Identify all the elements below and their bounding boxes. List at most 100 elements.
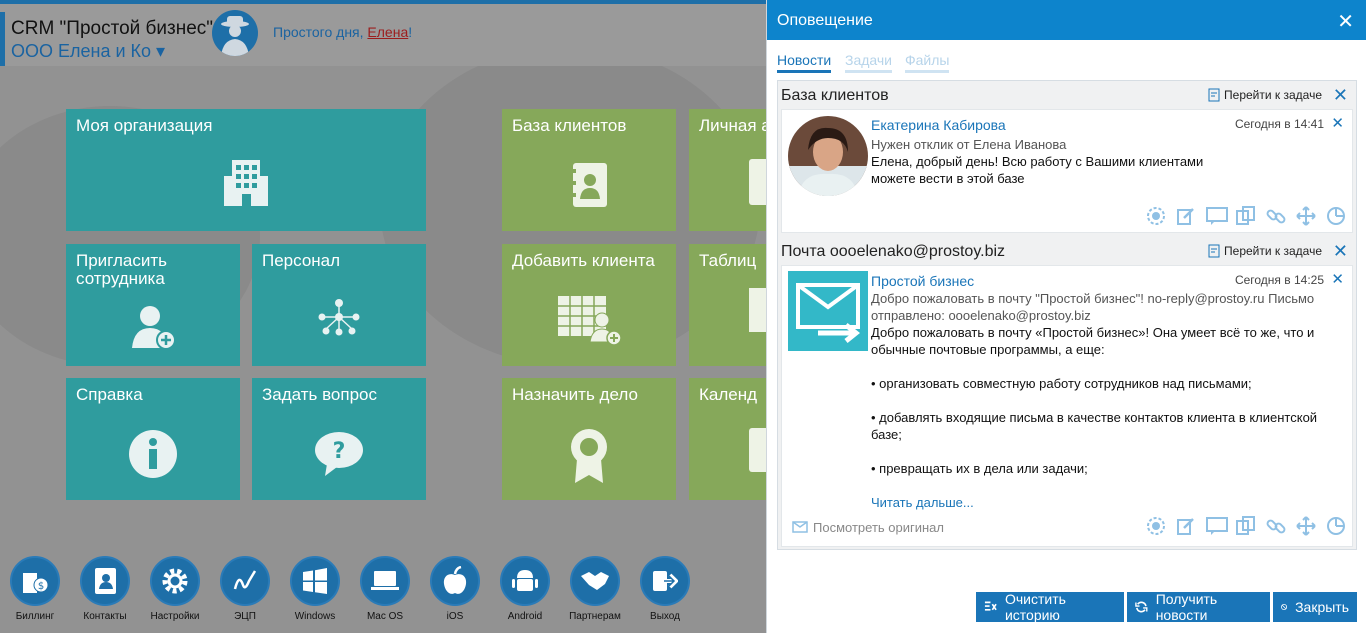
dock-label: ЭЦП (234, 611, 256, 622)
close-icon[interactable]: ✕ (1331, 270, 1344, 288)
refresh-icon (1135, 601, 1148, 613)
award-icon[interactable] (1146, 206, 1166, 226)
table-add-user-icon (558, 295, 622, 346)
header-accent (0, 12, 5, 66)
news-feed: База клиентов Перейти к задаче ✕ Екатери… (777, 80, 1357, 550)
card-subtitle: Добро пожаловать в почту "Простой бизнес… (871, 291, 1315, 323)
button-label: Очистить историю (1004, 591, 1066, 623)
close-icon[interactable]: ✕ (1333, 241, 1348, 262)
dock-label: Настройки (150, 611, 200, 622)
tile-label: Задать вопрос (262, 385, 377, 404)
goto-label: Перейти к задаче (1224, 244, 1322, 258)
dock-label: Mac OS (366, 611, 404, 622)
tile-label: Пригласить сотрудника (76, 251, 168, 288)
tab-files[interactable]: Файлы (905, 52, 950, 73)
award-icon[interactable] (1146, 516, 1166, 536)
tab-news[interactable]: Новости (777, 52, 832, 73)
close-icon[interactable]: ✕ (1333, 85, 1348, 106)
close-panel-button[interactable]: Закрыть (1273, 592, 1357, 622)
tile-ask-question[interactable]: Задать вопрос ? (252, 378, 426, 500)
pie-chart-icon[interactable] (1326, 516, 1346, 536)
info-icon (129, 429, 177, 478)
building-icon (224, 160, 268, 207)
link-icon[interactable] (1266, 516, 1286, 536)
tile-client-base[interactable]: База клиентов (502, 109, 676, 231)
question-bubble-icon: ? (315, 431, 363, 476)
clear-history-button[interactable]: Очистить историю (976, 591, 1124, 623)
dock-windows[interactable]: Windows (280, 556, 350, 622)
author-link[interactable]: Екатерина Кабирова (871, 117, 1006, 133)
tile-add-client[interactable]: Добавить клиента (502, 244, 676, 366)
edit-icon[interactable] (1176, 206, 1196, 226)
panel-header: Оповещение ✕ (767, 0, 1366, 40)
edit-icon[interactable] (1176, 516, 1196, 536)
dock-android[interactable]: Android (490, 556, 560, 622)
bullet-item: • добавлять входящие письма в качестве к… (871, 410, 1318, 442)
close-icon[interactable]: ✕ (1337, 9, 1354, 34)
view-original-link[interactable]: Посмотреть оригинал (792, 520, 944, 535)
dock-partners[interactable]: Партнерам (560, 556, 630, 622)
pie-chart-icon[interactable] (1326, 206, 1346, 226)
tile-label: Календ (699, 385, 758, 404)
card-header: Почта oooelenako@prostoy.biz Перейти к з… (778, 237, 1356, 265)
tile-label: Персонал (262, 251, 341, 270)
dock-label: Биллинг (15, 611, 55, 622)
tile-calendar[interactable]: Календ (689, 378, 766, 500)
calendar-icon (749, 428, 766, 472)
tab-tasks[interactable]: Задачи (845, 52, 893, 73)
app-title: CRM "Простой бизнес" (11, 18, 214, 39)
close-icon[interactable]: ✕ (1331, 114, 1344, 132)
copy-icon[interactable] (1236, 206, 1256, 226)
tile-my-organization[interactable]: Моя организация (66, 109, 426, 231)
dock-signature[interactable]: ЭЦП (210, 556, 280, 622)
tile-label: Назначить дело (512, 385, 638, 404)
dock-ios[interactable]: iOS (420, 556, 490, 622)
dock-label: iOS (446, 611, 464, 622)
tile-personal[interactable]: Личная а (689, 109, 766, 231)
dock-label: Партнерам (569, 611, 621, 622)
button-label: Получить новости (1155, 591, 1218, 623)
dock-macos[interactable]: Mac OS (350, 556, 420, 622)
comment-icon[interactable] (1206, 516, 1228, 536)
task-icon (1208, 88, 1220, 102)
goto-task-link[interactable]: Перейти к задаче (1208, 244, 1322, 258)
tile-tables[interactable]: Таблиц (689, 244, 766, 366)
bullet-item: • превращать их в дела или задачи; (871, 461, 1088, 476)
add-user-icon (132, 305, 176, 350)
mail-icon (788, 271, 868, 351)
billing-icon: $ (10, 556, 60, 606)
author-link[interactable]: Простой бизнес (871, 273, 974, 289)
tile-help[interactable]: Справка (66, 378, 240, 500)
org-selector[interactable]: ООО Елена и Ко ▾ (11, 41, 165, 62)
dock-billing[interactable]: $ Биллинг (0, 556, 70, 622)
view-original-label: Посмотреть оригинал (813, 520, 944, 535)
goto-task-link[interactable]: Перейти к задаче (1208, 88, 1322, 102)
fetch-news-button[interactable]: Получить новости (1127, 591, 1270, 623)
comment-icon[interactable] (1206, 206, 1228, 226)
tile-assign-task[interactable]: Назначить дело (502, 378, 676, 500)
tile-invite-employee[interactable]: Пригласить сотрудника (66, 244, 240, 366)
tile-staff[interactable]: Персонал (252, 244, 426, 366)
greeting-user-link[interactable]: Елена (367, 24, 408, 40)
move-icon[interactable] (1296, 516, 1316, 536)
personal-icon (749, 159, 766, 205)
dock-settings[interactable]: Настройки (140, 556, 210, 622)
user-avatar-icon (221, 16, 249, 56)
copy-icon[interactable] (1236, 516, 1256, 536)
dock-exit[interactable]: Выход (630, 556, 700, 622)
tile-label: Добавить клиента (512, 251, 655, 270)
card-actions (1146, 516, 1346, 536)
table-icon (749, 288, 766, 332)
avatar (788, 116, 868, 196)
card-actions (1146, 206, 1346, 226)
bottom-dock: $ Биллинг Контакты Настройки ЭЦП Windows… (0, 550, 766, 633)
user-avatar[interactable] (212, 10, 258, 56)
dock-contacts[interactable]: Контакты (70, 556, 140, 622)
read-more-link[interactable]: Читать дальше... (871, 494, 974, 511)
award-icon (571, 429, 607, 484)
move-icon[interactable] (1296, 206, 1316, 226)
link-icon[interactable] (1266, 206, 1286, 226)
macos-icon (360, 556, 410, 606)
envelope-icon (792, 521, 808, 533)
desktop-area: Моя организация Пригласить сотрудника Пе… (0, 66, 766, 633)
